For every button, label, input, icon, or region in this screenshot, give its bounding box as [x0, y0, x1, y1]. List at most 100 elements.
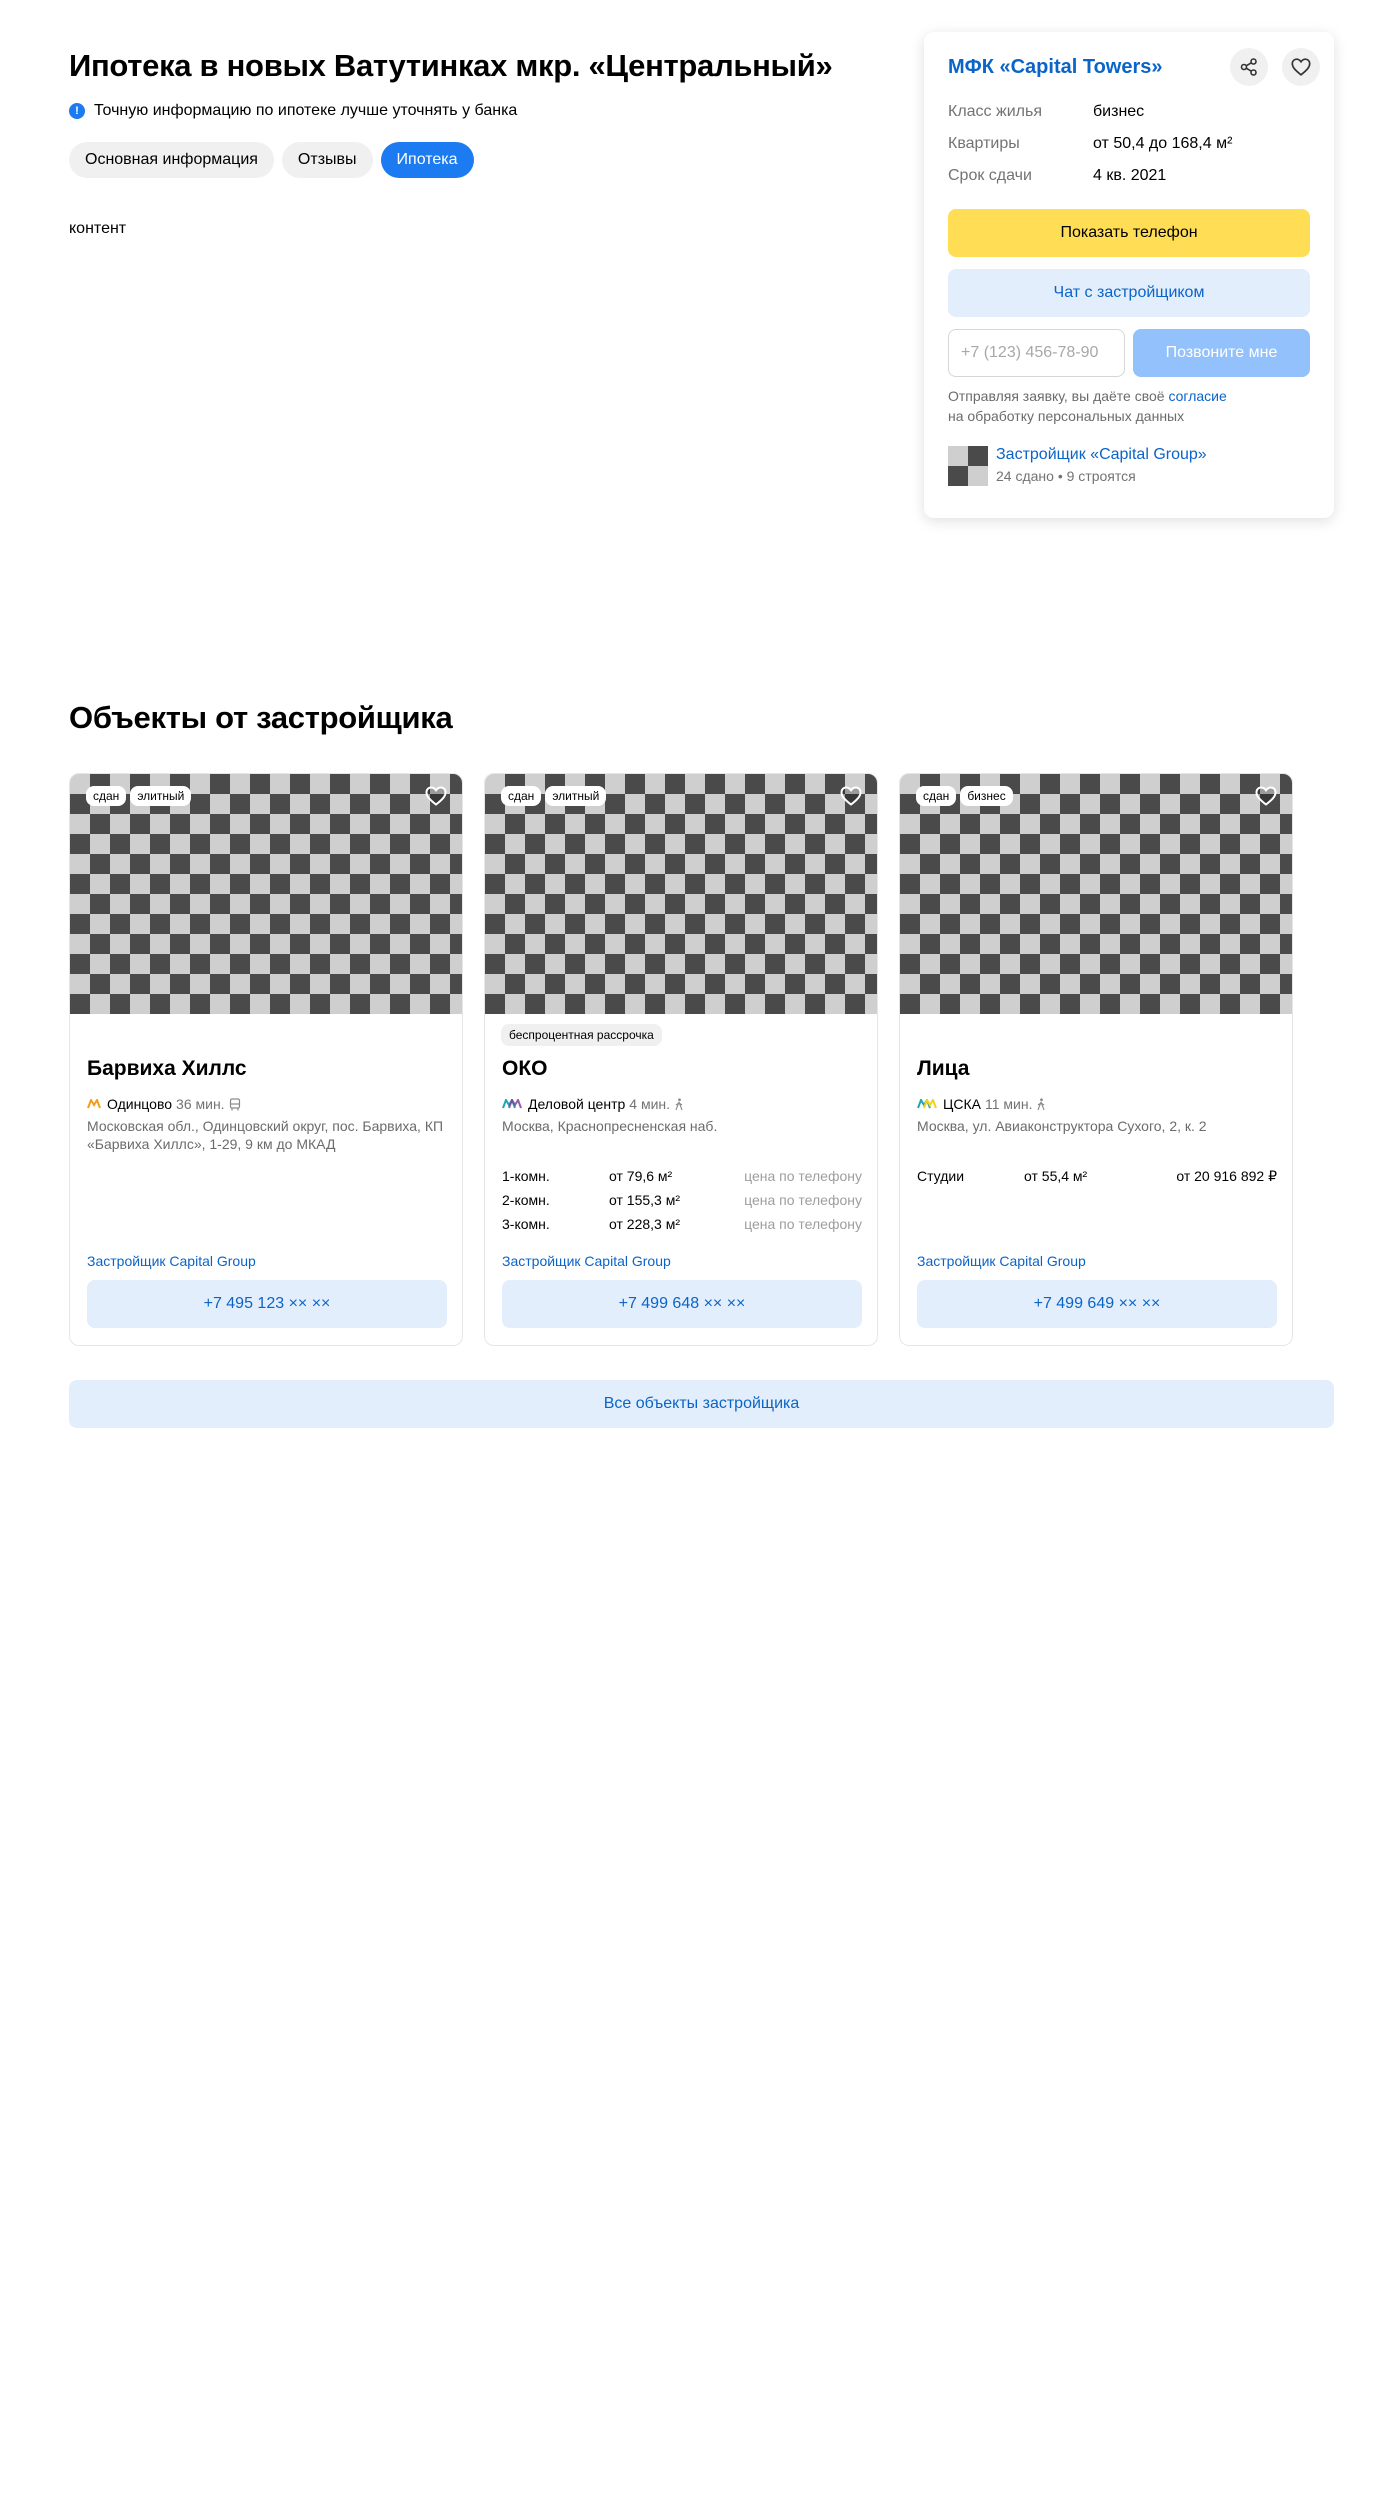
param-row-deadline: Срок сдачи 4 кв. 2021 [948, 160, 1310, 192]
developer-logo [948, 446, 988, 486]
consent-text-part: на обработку персональных данных [948, 408, 1185, 424]
tab-reviews[interactable]: Отзывы [281, 142, 373, 178]
room-row: Студии от 55,4 м² от 20 916 892 ₽ [917, 1164, 1277, 1188]
metro-info: Деловой центр 4 мин. [502, 1096, 684, 1112]
heart-icon [1291, 58, 1311, 76]
metro-time: 4 мин. [629, 1096, 671, 1112]
param-row-apartments: Квартиры от 50,4 до 168,4 м² [948, 128, 1310, 160]
walk-icon [1037, 1097, 1045, 1110]
section-title: Объекты от застройщика [69, 700, 453, 735]
metro-time: 11 мин. [984, 1096, 1033, 1112]
favorite-button[interactable] [1282, 48, 1320, 86]
object-name[interactable]: Лица [917, 1057, 970, 1081]
object-phone-button[interactable]: +7 499 649 ×× ×× [917, 1280, 1277, 1328]
page-title: Ипотека в новых Ватутинках мкр. «Централ… [69, 48, 833, 83]
object-photo[interactable] [70, 774, 462, 1014]
tab-mortgage[interactable]: Ипотека [380, 142, 474, 178]
all-objects-button[interactable]: Все объекты застройщика [69, 1380, 1334, 1428]
object-phone-button[interactable]: +7 495 123 ×× ×× [87, 1280, 447, 1328]
share-button[interactable] [1230, 48, 1268, 86]
metro-station: Одинцово [107, 1096, 173, 1112]
mortgage-notice: ! Точную информацию по ипотеке лучше уто… [69, 102, 517, 120]
param-key: Срок сдачи [948, 167, 1032, 184]
room-price: цена по телефону [744, 1168, 862, 1184]
class-badge: бизнес [960, 786, 1013, 806]
object-address: Москва, ул. Авиаконструктора Сухого, 2, … [917, 1118, 1207, 1134]
metro-icon [87, 1099, 101, 1109]
status-badge: сдан [86, 786, 127, 806]
object-developer-link[interactable]: Застройщик Capital Group [87, 1253, 256, 1269]
complex-title-link[interactable]: МФК «Capital Towers» [948, 56, 1163, 79]
consent-text-part: Отправляя заявку, вы даёте своё [948, 388, 1165, 404]
metro-station: Деловой центр [528, 1096, 626, 1112]
bus-icon [229, 1097, 240, 1110]
param-row-class: Класс жилья бизнес [948, 96, 1310, 128]
status-badge: сдан [501, 786, 542, 806]
object-photo[interactable] [485, 774, 877, 1014]
object-phone-button[interactable]: +7 499 648 ×× ×× [502, 1280, 862, 1328]
developer-stats: 24 сдано • 9 строятся [996, 468, 1136, 484]
room-price: цена по телефону [744, 1216, 862, 1232]
param-value: 4 кв. 2021 [1093, 167, 1167, 184]
room-area: от 228,3 м² [609, 1216, 680, 1232]
object-developer-link[interactable]: Застройщик Capital Group [502, 1253, 671, 1269]
room-area: от 155,3 м² [609, 1192, 680, 1208]
consent-link[interactable]: согласие [1168, 388, 1226, 404]
param-key: Квартиры [948, 135, 1020, 152]
object-badges: сдан элитный [86, 786, 192, 806]
room-row: 3-комн. от 228,3 м² цена по телефону [502, 1212, 862, 1236]
metro-icon [502, 1099, 522, 1109]
room-prices: Студии от 55,4 м² от 20 916 892 ₽ [917, 1164, 1277, 1188]
notice-text: Точную информацию по ипотеке лучше уточн… [94, 102, 518, 119]
room-type: Студии [917, 1168, 965, 1184]
room-price: от 20 916 892 ₽ [1176, 1167, 1277, 1184]
info-icon: ! [69, 103, 85, 119]
status-badge: сдан [916, 786, 957, 806]
heart-icon[interactable] [839, 784, 863, 808]
object-badges: сдан элитный [501, 786, 607, 806]
object-developer-link[interactable]: Застройщик Capital Group [917, 1253, 1086, 1269]
param-key: Класс жилья [948, 103, 1042, 120]
complex-params: Класс жилья бизнес Квартиры от 50,4 до 1… [948, 96, 1310, 192]
object-photo[interactable] [900, 774, 1292, 1014]
object-badges: сдан бизнес [916, 786, 1013, 806]
object-name[interactable]: ОКО [502, 1057, 548, 1081]
heart-icon[interactable] [1254, 784, 1278, 808]
metro-icon [917, 1099, 937, 1109]
metro-info: ЦСКА 11 мин. [917, 1096, 1046, 1112]
call-me-button[interactable]: Позвоните мне [1133, 329, 1310, 377]
tab-main-info[interactable]: Основная информация [69, 142, 274, 178]
consent-text: Отправляя заявку, вы даёте своё согласие… [948, 386, 1310, 426]
metro-station: ЦСКА [943, 1096, 981, 1112]
metro-info: Одинцово 36 мин. [87, 1096, 241, 1112]
chat-with-developer-button[interactable]: Чат с застройщиком [948, 269, 1310, 317]
developer-info: Застройщик «Capital Group» 24 сдано • 9 … [948, 446, 1207, 486]
object-address: Москва, Краснопресненская наб. [502, 1118, 718, 1134]
walk-icon [675, 1097, 683, 1110]
developer-link[interactable]: Застройщик «Capital Group» [996, 446, 1207, 464]
object-card[interactable]: сдан элитный беспроцентная рассрочка ОКО… [484, 773, 878, 1346]
object-card[interactable]: сдан элитный Барвиха Хиллс Одинцово 36 м… [69, 773, 463, 1346]
object-card[interactable]: сдан бизнес Лица ЦСКА 11 мин. Москва, ул… [899, 773, 1293, 1346]
object-address: Московская обл., Одинцовский округ, пос.… [87, 1118, 444, 1152]
metro-time: 36 мин. [176, 1096, 225, 1112]
show-phone-button[interactable]: Показать телефон [948, 209, 1310, 257]
room-price: цена по телефону [744, 1192, 862, 1208]
param-value: от 50,4 до 168,4 м² [1093, 135, 1233, 152]
room-prices: 1-комн. от 79,6 м² цена по телефону 2-ко… [502, 1164, 862, 1236]
room-area: от 55,4 м² [1024, 1168, 1088, 1184]
room-type: 3-комн. [502, 1216, 550, 1232]
content-placeholder: контент [69, 220, 127, 237]
promo-badge: беспроцентная рассрочка [501, 1024, 662, 1046]
tabs: Основная информация Отзывы Ипотека [69, 142, 474, 178]
room-row: 1-комн. от 79,6 м² цена по телефону [502, 1164, 862, 1188]
heart-icon[interactable] [424, 784, 448, 808]
class-badge: элитный [545, 786, 607, 806]
room-type: 2-комн. [502, 1192, 550, 1208]
room-type: 1-комн. [502, 1168, 550, 1184]
phone-input[interactable] [948, 329, 1125, 377]
complex-summary-card: МФК «Capital Towers» Класс жилья бизнес … [924, 32, 1334, 518]
share-icon [1240, 58, 1257, 76]
object-name[interactable]: Барвиха Хиллс [87, 1057, 247, 1081]
param-value: бизнес [1093, 103, 1145, 120]
